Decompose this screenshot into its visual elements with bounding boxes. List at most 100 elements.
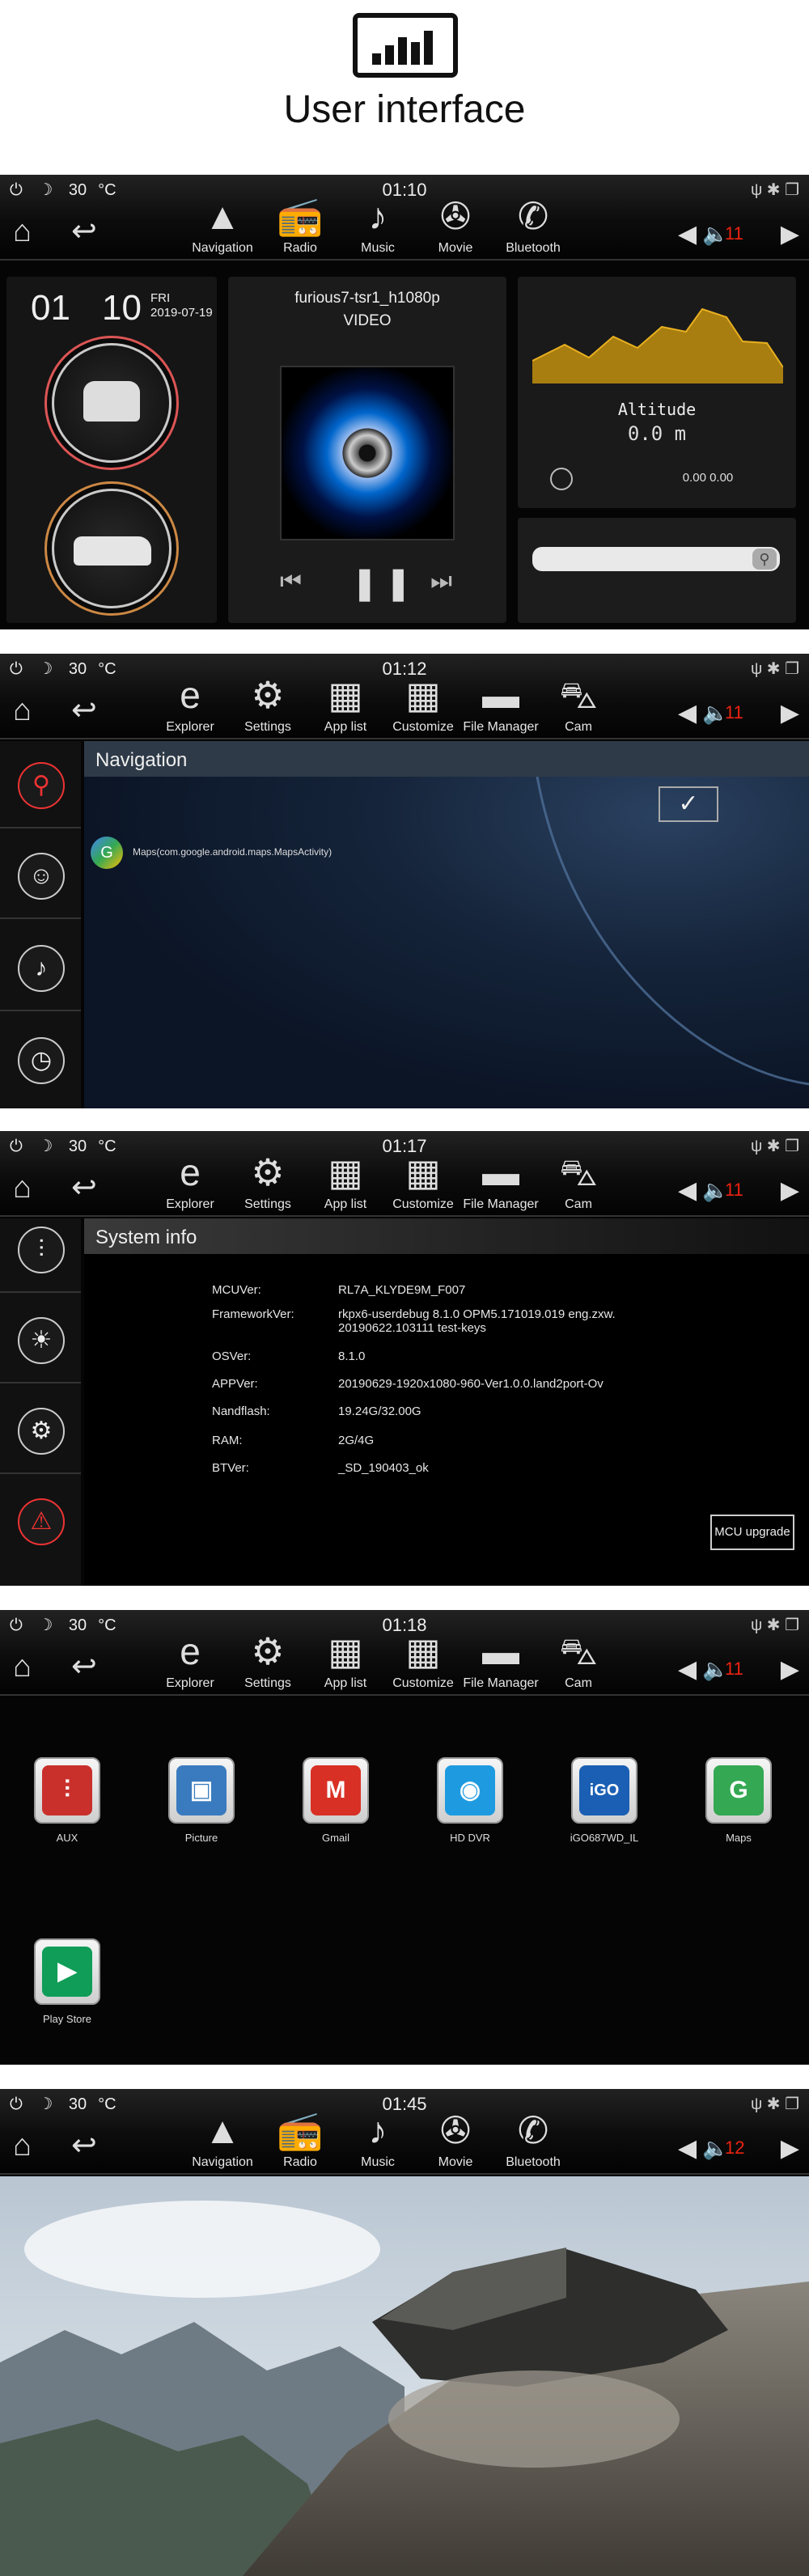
dock-item-radio[interactable]: 📻 Radio bbox=[256, 2107, 345, 2170]
moon-icon[interactable]: ☽ bbox=[38, 181, 53, 199]
home-icon[interactable]: ⌂ bbox=[13, 1650, 32, 1683]
power-icon[interactable]: ⏻ bbox=[10, 2095, 23, 2113]
app-picture[interactable]: ▣ Picture bbox=[157, 1757, 246, 1844]
mcu-upgrade-button[interactable]: MCU upgrade bbox=[710, 1515, 794, 1550]
sidebar-item-sound[interactable]: ♪ bbox=[18, 945, 65, 992]
search-icon[interactable]: ⚲ bbox=[752, 549, 777, 570]
dock-item-music[interactable]: ♪ Music bbox=[333, 193, 422, 256]
previous-icon[interactable]: ⏮ bbox=[280, 568, 302, 595]
app-gmail[interactable]: M Gmail bbox=[291, 1757, 380, 1844]
dock-item-explorer[interactable]: e Explorer bbox=[146, 1628, 235, 1691]
next-icon[interactable]: ⏭ bbox=[430, 568, 452, 595]
sidebar-item-user[interactable]: ☺ bbox=[18, 853, 65, 900]
dock: e Explorer ⚙ Settings ▦ App list ▦ Customize ▬ Fi… bbox=[166, 1149, 631, 1217]
back-icon[interactable]: ↩ bbox=[71, 1650, 97, 1683]
dock-item-movie[interactable]: ✇ Movie bbox=[411, 2107, 500, 2170]
info-key: MCUVer: bbox=[212, 1283, 261, 1297]
top-bar: ⏻ ☽ 30 °C 01:18 ψ ✱ ❐ ⌂ ↩ e Explorer ⚙ Setti… bbox=[0, 1610, 809, 1696]
dock-item-file-manager[interactable]: ▬ File Manager bbox=[456, 672, 545, 735]
volume-control[interactable]: ◀ 🔈 11 ▶ bbox=[678, 699, 799, 728]
power-icon[interactable]: ⏻ bbox=[10, 1138, 23, 1155]
sidebar-item-brightness[interactable]: ☀ bbox=[18, 1317, 65, 1364]
sidebar-item-clock[interactable]: ◷ bbox=[18, 1037, 65, 1084]
dock-item-music[interactable]: ♪ Music bbox=[333, 2107, 422, 2170]
dock-item-cam[interactable]: ⛍ Cam bbox=[534, 1628, 623, 1691]
sidebar-item-settings[interactable]: ⚙ bbox=[18, 1408, 65, 1455]
dock-item-explorer[interactable]: e Explorer bbox=[146, 1149, 235, 1212]
app-igo687wd-il[interactable]: iGO iGO687WD_IL bbox=[560, 1757, 649, 1844]
dock-item-app-list[interactable]: ▦ App list bbox=[301, 672, 390, 735]
dock-item-navigation[interactable]: ▲ Navigation bbox=[178, 2107, 267, 2170]
home-icon[interactable]: ⌂ bbox=[13, 694, 32, 727]
car-gauge[interactable] bbox=[52, 343, 172, 463]
sidebar-item-equalizer[interactable]: ⫶ bbox=[18, 1227, 65, 1273]
volume-up-icon[interactable]: ▶ bbox=[781, 1655, 799, 1684]
dock-item-file-manager[interactable]: ▬ File Manager bbox=[456, 1149, 545, 1212]
dock-item-bluetooth[interactable]: ✆ Bluetooth bbox=[489, 2107, 578, 2170]
sidebar-item-navigation[interactable]: ⚲ bbox=[18, 762, 65, 809]
dock-item-cam[interactable]: ⛍ Cam bbox=[534, 1149, 623, 1212]
dock-item-app-list[interactable]: ▦ App list bbox=[301, 1628, 390, 1691]
back-icon[interactable]: ↩ bbox=[71, 694, 97, 727]
gear-icon: ⚙ bbox=[251, 1151, 285, 1193]
confirm-checkbox[interactable]: ✓ bbox=[659, 786, 718, 822]
volume-down-icon[interactable]: ◀ bbox=[678, 699, 697, 727]
moon-icon[interactable]: ☽ bbox=[38, 1616, 53, 1634]
volume-up-icon[interactable]: ▶ bbox=[781, 1176, 799, 1205]
video-frame[interactable] bbox=[0, 2176, 809, 2576]
volume-down-icon[interactable]: ◀ bbox=[678, 2134, 697, 2163]
media-card[interactable]: furious7-tsr1_h1080p VIDEO ⏮ ❚❚ ⏭ bbox=[228, 277, 506, 623]
volume-down-icon[interactable]: ◀ bbox=[678, 220, 697, 248]
dock-item-explorer[interactable]: e Explorer bbox=[146, 672, 235, 735]
dock-item-cam[interactable]: ⛍ Cam bbox=[534, 672, 623, 735]
pause-icon[interactable]: ❚❚ bbox=[351, 565, 418, 602]
system-info-panel: System info bbox=[84, 1218, 809, 1586]
moon-icon[interactable]: ☽ bbox=[38, 1138, 53, 1155]
app-play-store[interactable]: ▶ Play Store bbox=[23, 1938, 112, 2025]
power-icon[interactable]: ⏻ bbox=[10, 660, 23, 678]
dock-item-radio[interactable]: 📻 Radio bbox=[256, 193, 345, 256]
power-icon[interactable]: ⏻ bbox=[10, 1616, 23, 1634]
volume-control[interactable]: ◀ 🔈 11 ▶ bbox=[678, 1176, 799, 1205]
dock-item-settings[interactable]: ⚙ Settings bbox=[223, 1149, 312, 1212]
dock-item-app-list[interactable]: ▦ App list bbox=[301, 1149, 390, 1212]
phone-icon: ✆ bbox=[517, 2109, 549, 2151]
list-item[interactable]: G Maps(com.google.android.maps.MapsActiv… bbox=[91, 835, 738, 871]
search-input[interactable]: ⚲ bbox=[532, 547, 780, 571]
dock-item-navigation[interactable]: ▲ Navigation bbox=[178, 193, 267, 256]
dock-item-customize[interactable]: ▦ Customize bbox=[379, 672, 468, 735]
dock-item-file-manager[interactable]: ▬ File Manager bbox=[456, 1628, 545, 1691]
app-aux[interactable]: ⫶ AUX bbox=[23, 1757, 112, 1844]
moon-icon[interactable]: ☽ bbox=[38, 2095, 53, 2113]
volume-control[interactable]: ◀ 🔈 11 ▶ bbox=[678, 1655, 799, 1684]
volume-up-icon[interactable]: ▶ bbox=[781, 699, 799, 727]
app-label: Gmail bbox=[322, 1832, 349, 1844]
power-icon[interactable]: ⏻ bbox=[10, 181, 23, 199]
app-maps[interactable]: G Maps bbox=[694, 1757, 783, 1844]
moon-icon[interactable]: ☽ bbox=[38, 660, 53, 678]
back-icon[interactable]: ↩ bbox=[71, 215, 97, 248]
home-icon[interactable]: ⌂ bbox=[13, 2129, 32, 2162]
date-card[interactable]: 01 10 FRI 2019-07-19 bbox=[6, 277, 217, 623]
app-hd-dvr[interactable]: ◉ HD DVR bbox=[426, 1757, 515, 1844]
sidebar-item-warning[interactable]: ⚠ bbox=[18, 1498, 65, 1545]
home-icon[interactable]: ⌂ bbox=[13, 1171, 32, 1204]
volume-control[interactable]: ◀ 🔈 11 ▶ bbox=[678, 220, 799, 249]
dock-item-bluetooth[interactable]: ✆ Bluetooth bbox=[489, 193, 578, 256]
volume-up-icon[interactable]: ▶ bbox=[781, 2134, 799, 2163]
car-side-gauge[interactable] bbox=[52, 489, 172, 608]
volume-down-icon[interactable]: ◀ bbox=[678, 1655, 697, 1684]
dock-item-customize[interactable]: ▦ Customize bbox=[379, 1149, 468, 1212]
back-icon[interactable]: ↩ bbox=[71, 1171, 97, 1204]
back-icon[interactable]: ↩ bbox=[71, 2129, 97, 2162]
wallpaper-curve bbox=[536, 777, 809, 1086]
dock-item-settings[interactable]: ⚙ Settings bbox=[223, 1628, 312, 1691]
altitude-card[interactable]: Altitude 0.0 m 0.00 0.00 bbox=[518, 277, 796, 508]
home-icon[interactable]: ⌂ bbox=[13, 215, 32, 248]
dock-item-settings[interactable]: ⚙ Settings bbox=[223, 672, 312, 735]
volume-down-icon[interactable]: ◀ bbox=[678, 1176, 697, 1205]
volume-control[interactable]: ◀ 🔈 12 ▶ bbox=[678, 2134, 799, 2163]
dock-item-movie[interactable]: ✇ Movie bbox=[411, 193, 500, 256]
dock-item-customize[interactable]: ▦ Customize bbox=[379, 1628, 468, 1691]
volume-up-icon[interactable]: ▶ bbox=[781, 220, 799, 248]
